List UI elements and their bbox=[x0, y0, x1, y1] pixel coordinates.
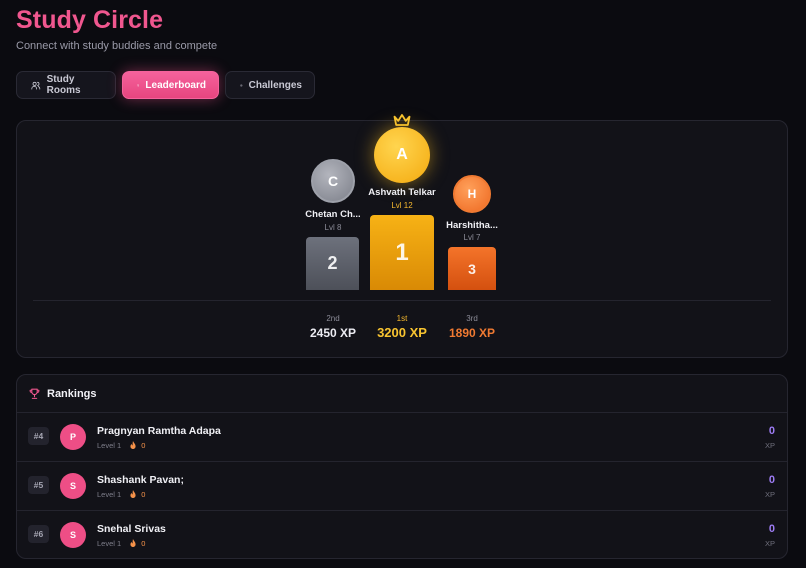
podium-block-second: 2 bbox=[306, 237, 359, 290]
avatar: S bbox=[60, 473, 86, 499]
xp-unit: XP bbox=[764, 490, 775, 499]
user-level: Level 1 bbox=[97, 490, 122, 499]
streak-count: 0 bbox=[141, 539, 146, 548]
user-level: Level 1 bbox=[97, 441, 122, 450]
tab-challenges[interactable]: Challenges bbox=[225, 71, 315, 99]
podium-divider bbox=[33, 300, 771, 301]
user-meta: Level 1 0 bbox=[97, 490, 145, 499]
xp-value: 0 bbox=[768, 474, 775, 486]
trophy-icon bbox=[137, 84, 140, 87]
users-icon bbox=[31, 81, 41, 90]
trophy-icon bbox=[29, 388, 40, 399]
avatar: P bbox=[60, 424, 86, 450]
xp-third: 1890 XP bbox=[448, 326, 496, 340]
podium-name-second: Chetan Ch... bbox=[305, 209, 361, 220]
podium-block-third: 3 bbox=[448, 247, 496, 290]
ranking-row[interactable]: #5 S Shashank Pavan; Level 1 0 0 XP bbox=[17, 462, 787, 511]
tab-leaderboard-label: Leaderboard bbox=[145, 79, 206, 91]
podium-level-second: Lvl 8 bbox=[324, 223, 342, 232]
xp-second: 2450 XP bbox=[309, 326, 357, 340]
user-meta: Level 1 0 bbox=[97, 441, 145, 450]
page-subtitle: Connect with study buddies and compete bbox=[16, 40, 218, 52]
podium-level-third: Lvl 7 bbox=[463, 233, 481, 242]
avatar-first: A bbox=[374, 127, 430, 183]
xp-value: 0 bbox=[768, 523, 775, 535]
flame-icon bbox=[130, 539, 136, 548]
tab-challenges-label: Challenges bbox=[248, 79, 302, 91]
user-name: Shashank Pavan; bbox=[97, 474, 184, 486]
user-level: Level 1 bbox=[97, 539, 122, 548]
avatar: S bbox=[60, 522, 86, 548]
rankings-header: Rankings bbox=[17, 375, 787, 413]
avatar-second: C bbox=[311, 159, 355, 203]
xp-unit: XP bbox=[764, 539, 775, 548]
user-name: Snehal Srivas bbox=[97, 523, 166, 535]
xp-unit: XP bbox=[764, 441, 775, 450]
podium-name-first: Ashvath Telkar bbox=[368, 187, 436, 198]
podium-card: C A H Chetan Ch... Lvl 8 Ashvath Telkar … bbox=[16, 114, 788, 358]
flame-icon bbox=[130, 490, 136, 499]
place-label-first: 1st bbox=[396, 314, 408, 323]
xp-value: 0 bbox=[768, 425, 775, 437]
page-title: Study Circle bbox=[16, 6, 164, 34]
rank-position: #5 bbox=[28, 476, 49, 494]
avatar-third: H bbox=[453, 175, 491, 213]
tab-bar: Study Rooms Leaderboard Challenges bbox=[16, 71, 315, 99]
streak-count: 0 bbox=[141, 441, 146, 450]
user-meta: Level 1 0 bbox=[97, 539, 145, 548]
place-label-third: 3rd bbox=[466, 314, 478, 323]
user-name: Pragnyan Ramtha Adapa bbox=[97, 425, 221, 437]
page: Study Circle Connect with study buddies … bbox=[0, 0, 806, 568]
tab-leaderboard[interactable]: Leaderboard bbox=[122, 71, 219, 99]
flame-icon bbox=[130, 441, 136, 450]
rankings-card: Rankings #4 P Pragnyan Ramtha Adapa Leve… bbox=[16, 374, 788, 559]
place-label-second: 2nd bbox=[326, 314, 340, 323]
ranking-row[interactable]: #4 P Pragnyan Ramtha Adapa Level 1 0 0 X… bbox=[17, 413, 787, 462]
rank-position: #6 bbox=[28, 525, 49, 543]
rank-position: #4 bbox=[28, 427, 49, 445]
streak-count: 0 bbox=[141, 490, 146, 499]
tab-study-rooms-label: Study Rooms bbox=[46, 74, 81, 96]
podium-name-third: Harshitha... bbox=[446, 220, 498, 231]
target-icon bbox=[240, 83, 243, 87]
podium-block-first: 1 bbox=[370, 215, 434, 290]
rankings-title: Rankings bbox=[47, 387, 97, 400]
ranking-row[interactable]: #6 S Snehal Srivas Level 1 0 0 XP bbox=[17, 511, 787, 558]
xp-first: 3200 XP bbox=[377, 325, 427, 340]
tab-study-rooms[interactable]: Study Rooms bbox=[16, 71, 116, 99]
podium-level-first: Lvl 12 bbox=[391, 201, 413, 210]
crown-icon bbox=[393, 114, 411, 126]
